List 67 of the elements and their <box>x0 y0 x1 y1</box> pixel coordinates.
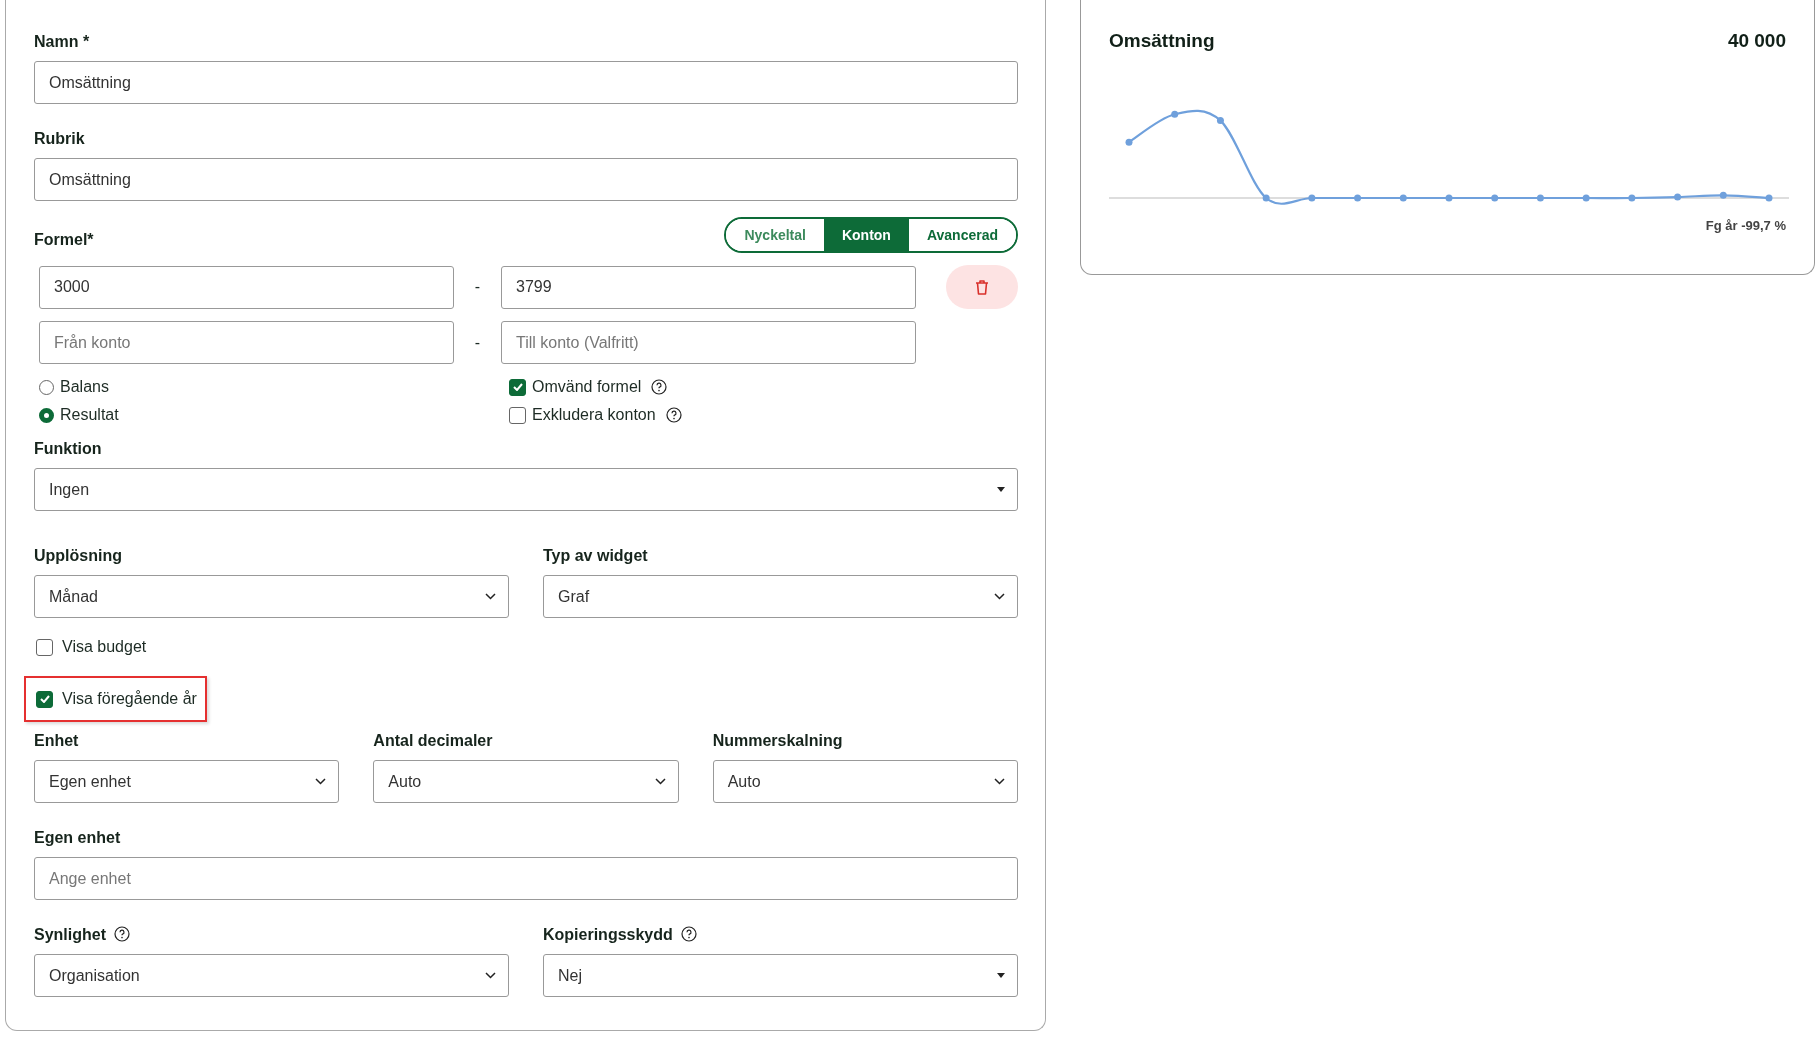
checkbox[interactable] <box>509 406 526 424</box>
checkbox-label: Exkludera konton <box>532 406 656 424</box>
heading-input[interactable]: Omsättning <box>34 158 1018 201</box>
name-input[interactable]: Omsättning <box>34 61 1018 104</box>
checkbox-label: Visa föregående år <box>62 690 197 708</box>
data-point <box>1399 194 1407 202</box>
account-input[interactable]: Till konto (Valfritt) <box>501 321 916 364</box>
range-separator: - <box>473 278 482 296</box>
field-label: Synlighet <box>34 926 106 944</box>
help-icon[interactable] <box>680 926 697 942</box>
checkbox[interactable] <box>36 690 53 708</box>
unit-input[interactable]: Ange enhet <box>34 857 1018 900</box>
delete-button[interactable] <box>946 265 1018 309</box>
widget-value: 40 000 <box>1727 30 1786 52</box>
field-label: Formel* <box>34 230 94 249</box>
help-icon[interactable] <box>114 926 130 942</box>
checkmark-icon <box>512 383 523 391</box>
data-point <box>1354 194 1362 202</box>
data-point <box>1536 194 1544 202</box>
account-input[interactable]: 3799 <box>501 265 916 309</box>
dropdown-select[interactable]: Organisation <box>34 954 509 997</box>
field-label: Egen enhet <box>34 829 122 847</box>
data-point <box>1262 194 1270 202</box>
data-point <box>1216 117 1224 125</box>
field-label: Antal decimaler <box>373 732 494 750</box>
checkbox-label: Visa budget <box>62 638 147 656</box>
dropdown-select[interactable]: Graf <box>543 575 1018 618</box>
help-icon[interactable] <box>651 379 668 395</box>
account-input[interactable]: Från konto <box>39 321 454 364</box>
dropdown-select[interactable]: Auto <box>712 760 1018 803</box>
data-point <box>1674 193 1682 201</box>
checkbox[interactable] <box>509 378 526 396</box>
range-separator: - <box>473 333 482 352</box>
field-label: Typ av widget <box>543 547 649 565</box>
checkbox[interactable] <box>36 638 53 656</box>
field-label: Rubrik <box>34 130 86 148</box>
field-label: Funktion <box>34 440 103 458</box>
data-point <box>1125 138 1133 146</box>
function-select[interactable]: Ingen <box>34 468 1018 511</box>
field-label: Enhet <box>34 732 80 750</box>
field-label: Namn * <box>34 33 91 51</box>
dropdown-select[interactable]: Egen enhet <box>34 760 340 803</box>
dropdown-select[interactable]: Auto <box>373 760 679 803</box>
field-label: Kopieringsskydd <box>543 926 673 944</box>
radio-label: Resultat <box>60 406 119 424</box>
dropdown-select[interactable]: Månad <box>34 575 509 618</box>
mode-tab[interactable]: Konton <box>823 219 909 251</box>
field-label: Upplösning <box>34 547 123 565</box>
trash-icon <box>974 278 990 296</box>
checkbox-label: Omvänd formel <box>532 378 642 396</box>
dropdown-select[interactable]: Nej <box>543 954 1018 997</box>
data-point <box>1308 194 1316 202</box>
comparison-text: Fg år -99,7 % <box>1705 218 1786 233</box>
account-input[interactable]: 3000 <box>39 265 454 309</box>
data-point <box>1719 191 1727 199</box>
radio-button[interactable] <box>39 407 54 423</box>
data-point <box>1582 194 1590 202</box>
data-point <box>1445 194 1453 202</box>
field-label: Nummerskalning <box>712 732 844 750</box>
radio-label: Balans <box>60 378 109 396</box>
checkmark-icon <box>39 695 50 703</box>
data-point <box>1628 194 1636 202</box>
widget-title: Omsättning <box>1109 30 1215 52</box>
help-icon[interactable] <box>665 407 682 423</box>
data-point <box>1765 194 1773 202</box>
data-point <box>1171 110 1179 118</box>
data-point <box>1491 194 1499 202</box>
